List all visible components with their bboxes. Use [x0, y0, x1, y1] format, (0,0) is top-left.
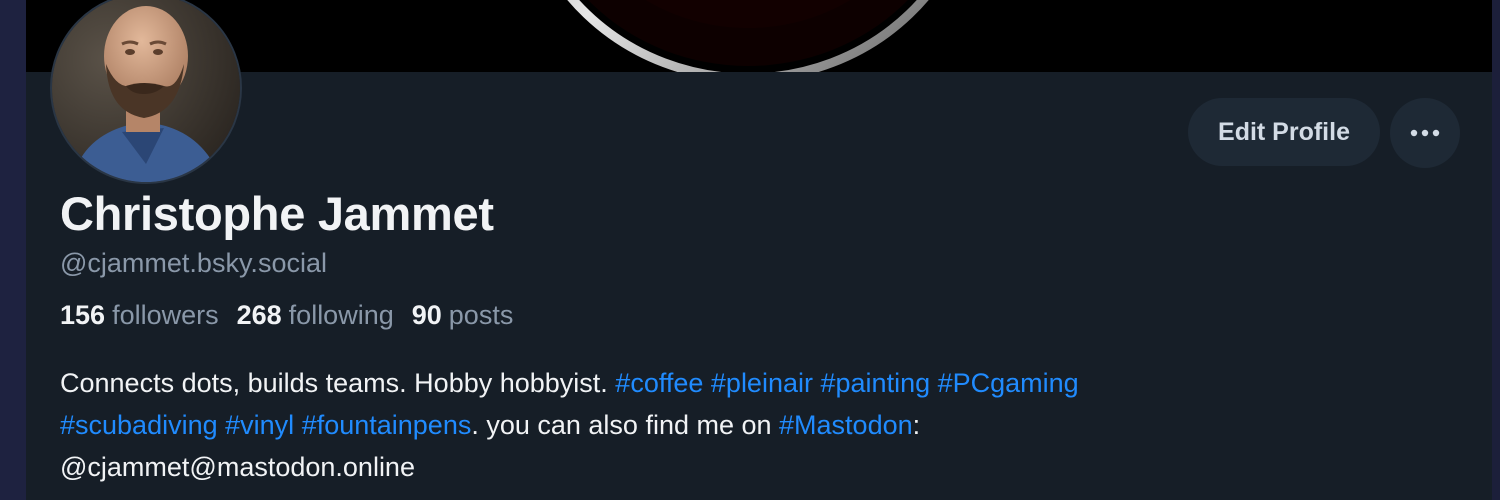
followers-stat[interactable]: 156 followers [60, 300, 219, 331]
hal-eye-banner-image [26, 0, 1492, 72]
avatar-photo [52, 0, 240, 182]
profile-banner[interactable] [26, 0, 1492, 72]
hashtag-pcgaming-link[interactable]: #PCgaming [938, 368, 1079, 398]
ellipsis-icon [1410, 129, 1440, 137]
hashtag-pleinair-link[interactable]: #pleinair [711, 368, 813, 398]
hashtag-mastodon-link[interactable]: #Mastodon [779, 410, 913, 440]
display-name: Christophe Jammet [60, 187, 494, 240]
hashtag-vinyl-link[interactable]: #vinyl [225, 410, 294, 440]
hashtag-fountainpens-link[interactable]: #fountainpens [302, 410, 472, 440]
window-right-edge [1492, 0, 1500, 500]
window-left-edge [0, 0, 26, 500]
profile-panel: Edit Profile Christophe Jammet @cjammet.… [26, 0, 1493, 500]
mastodon-handle: @cjammet@mastodon.online [60, 452, 415, 482]
posts-stat: 90 posts [412, 300, 514, 331]
posts-count: 90 [411, 300, 442, 330]
posts-label: posts [448, 300, 514, 330]
profile-bio: Connects dots, builds teams. Hobby hobby… [60, 362, 1440, 488]
followers-count: 156 [60, 300, 106, 330]
hashtag-painting-link[interactable]: #painting [821, 368, 931, 398]
following-count: 268 [236, 300, 282, 330]
bio-line: @cjammet@mastodon.online [60, 446, 1440, 488]
hashtag-scubadiving-link[interactable]: #scubadiving [60, 410, 218, 440]
followers-label: followers [112, 300, 219, 330]
profile-handle: @cjammet.bsky.social [60, 248, 327, 278]
hashtag-coffee-link[interactable]: #coffee [615, 368, 703, 398]
avatar[interactable] [50, 0, 242, 184]
bio-line: #scubadiving #vinyl #fountainpens. you c… [60, 404, 1440, 446]
edit-profile-button[interactable]: Edit Profile [1188, 98, 1380, 166]
bio-text: . you can also find me on [471, 410, 780, 440]
following-stat[interactable]: 268 following [237, 300, 394, 331]
profile-stats: 156 followers 268 following 90 posts [60, 300, 513, 331]
more-options-button[interactable] [1390, 98, 1460, 168]
bio-text: Connects dots, builds teams. Hobby hobby… [60, 368, 616, 398]
bio-text: : [912, 410, 921, 440]
bio-line: Connects dots, builds teams. Hobby hobby… [60, 362, 1440, 404]
following-label: following [288, 300, 394, 330]
